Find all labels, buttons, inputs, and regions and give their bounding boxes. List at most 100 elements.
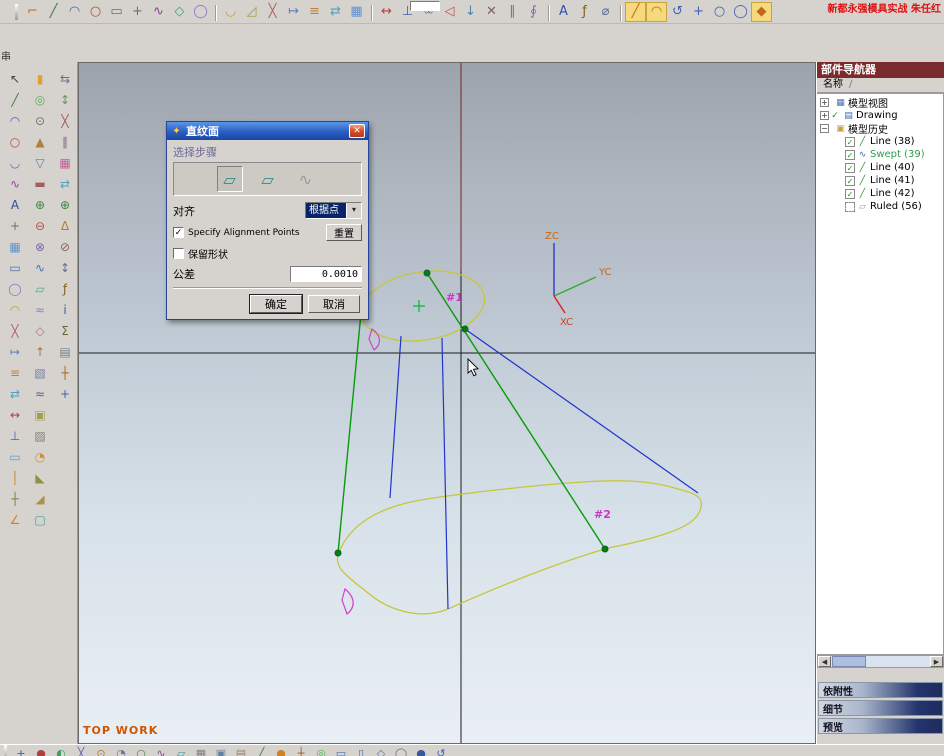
feature-checkbox[interactable] xyxy=(845,175,855,186)
snap-circle-icon[interactable]: ○ xyxy=(709,2,730,22)
feature-checkbox[interactable] xyxy=(845,201,855,212)
extrude-icon[interactable]: ▮ xyxy=(29,68,51,89)
snap-quadrant-icon[interactable]: ◔ xyxy=(111,745,131,756)
polygon-icon[interactable]: ◇ xyxy=(169,2,190,22)
snap-point-on-curve-icon[interactable]: ∿ xyxy=(151,745,171,756)
scale-icon[interactable]: ↕ xyxy=(54,89,76,110)
trim-body-icon[interactable]: ╳ xyxy=(54,110,76,131)
expression-icon[interactable]: ƒ xyxy=(574,2,595,22)
dependencies-panel-bar[interactable]: 依附性 xyxy=(818,682,943,698)
reorder-icon[interactable]: ↕ xyxy=(54,257,76,278)
unite-icon[interactable]: ⊕ xyxy=(29,194,51,215)
pattern-icon[interactable]: ▦ xyxy=(4,236,26,257)
refresh-icon[interactable]: ↺ xyxy=(431,745,451,756)
snap-grid-icon[interactable]: ▦ xyxy=(191,745,211,756)
ruled-edge-blue-1[interactable] xyxy=(389,335,402,499)
navigator-horizontal-scrollbar[interactable]: ◀ ▶ xyxy=(817,655,944,668)
circle-icon[interactable]: ○ xyxy=(4,131,26,152)
ok-button[interactable]: 确定 xyxy=(250,295,302,313)
fillet-icon[interactable]: ◠ xyxy=(4,299,26,320)
ruled-edge-green-right[interactable] xyxy=(426,272,606,550)
scrollbar-track[interactable] xyxy=(831,656,930,667)
expander-icon[interactable]: + xyxy=(820,111,829,120)
filter-edge-icon[interactable]: ╱ xyxy=(251,745,271,756)
draft-icon[interactable]: ◢ xyxy=(29,488,51,509)
toolbar-grip[interactable] xyxy=(4,745,7,756)
dimension-icon[interactable]: ↔ xyxy=(4,404,26,425)
mark-icon[interactable]: ◆ xyxy=(751,1,772,22)
keep-shape-checkbox[interactable] xyxy=(173,248,184,259)
align-dropdown[interactable]: 根据点 ▾ xyxy=(305,202,362,219)
specify-alignment-points-checkbox[interactable]: ✓ xyxy=(173,227,184,238)
status-field[interactable] xyxy=(410,1,440,11)
snap-intersection-icon[interactable]: ╳ xyxy=(71,745,91,756)
feature-checkbox[interactable] xyxy=(845,149,855,160)
pocket-icon[interactable]: ▽ xyxy=(29,152,51,173)
render-wireframe-icon[interactable]: ◯ xyxy=(391,745,411,756)
section-string-1-step-icon[interactable]: ▱ xyxy=(216,166,243,192)
vertex-points[interactable] xyxy=(334,269,609,557)
offset-icon[interactable]: ≡ xyxy=(4,362,26,383)
info-icon[interactable]: i xyxy=(54,299,76,320)
spline-icon[interactable]: ∿ xyxy=(148,2,169,22)
ellipse-icon[interactable]: ◯ xyxy=(190,2,211,22)
snap-icon[interactable]: + xyxy=(54,383,76,404)
reset-button[interactable]: 重置 xyxy=(326,224,362,241)
extend-icon[interactable]: ↦ xyxy=(4,341,26,362)
view-top-icon[interactable]: ▭ xyxy=(331,745,351,756)
snap-arc-icon[interactable]: ◠ xyxy=(646,1,667,22)
snap-midpoint-icon[interactable]: ◐ xyxy=(51,745,71,756)
orient-view-icon[interactable]: ◎ xyxy=(311,745,331,756)
circle-icon[interactable]: ○ xyxy=(85,2,106,22)
close-icon[interactable]: ✕ xyxy=(349,124,365,138)
view-iso-icon[interactable]: ◇ xyxy=(371,745,391,756)
wcs-dynamics-icon[interactable]: ┼ xyxy=(291,745,311,756)
scroll-right-icon[interactable]: ▶ xyxy=(930,656,943,667)
through-curves-icon[interactable]: ≈ xyxy=(29,299,51,320)
patch-icon[interactable]: ▨ xyxy=(29,425,51,446)
split-body-icon[interactable]: ∥ xyxy=(54,131,76,152)
ruled-edge-blue-3[interactable] xyxy=(464,328,699,494)
project-curve-icon[interactable]: ↓ xyxy=(460,2,481,22)
vertex-point[interactable] xyxy=(461,325,469,333)
blend-icon[interactable]: ◔ xyxy=(29,446,51,467)
extend-icon[interactable]: ↦ xyxy=(283,2,304,22)
mirror-icon[interactable]: ⇄ xyxy=(4,383,26,404)
quick-trim-icon[interactable]: ◁ xyxy=(439,2,460,22)
scrollbar-thumb[interactable] xyxy=(832,656,866,667)
trimmed-sheet-icon[interactable]: ▧ xyxy=(29,362,51,383)
snap-center-icon[interactable]: ⊙ xyxy=(91,745,111,756)
vertex-point[interactable] xyxy=(334,549,342,557)
revolve-icon[interactable]: ◎ xyxy=(29,89,51,110)
boolean-icon[interactable]: ⊕ xyxy=(54,194,76,215)
ellipse-icon[interactable]: ◯ xyxy=(4,278,26,299)
snap-endpoint-icon[interactable]: ● xyxy=(31,745,51,756)
derived-line-icon[interactable]: ∥ xyxy=(502,2,523,22)
shell-icon[interactable]: ▢ xyxy=(29,509,51,530)
feature-checkbox[interactable] xyxy=(845,136,855,147)
constraint-icon[interactable]: ⊥ xyxy=(4,425,26,446)
feature-checkbox[interactable] xyxy=(845,188,855,199)
wcs-icon[interactable]: ┼ xyxy=(54,362,76,383)
snap-point-on-surface-icon[interactable]: ▱ xyxy=(171,745,191,756)
toolbar-grip[interactable] xyxy=(15,3,18,20)
arc-icon[interactable]: ◠ xyxy=(4,110,26,131)
tree-item-model-views[interactable]: + ▦ 模型视图 xyxy=(817,96,943,110)
snap-point-icon[interactable]: + xyxy=(11,745,31,756)
vertex-point[interactable] xyxy=(601,545,609,553)
trim-icon[interactable]: ╳ xyxy=(262,2,283,22)
rectangle-icon[interactable]: ▭ xyxy=(106,2,127,22)
instance-feature-icon[interactable]: ▦ xyxy=(54,152,76,173)
tree-item-ruled-56[interactable]: ▱ Ruled (56) xyxy=(817,200,943,213)
section-string-2-step-icon[interactable]: ▱ xyxy=(255,166,281,192)
tree-item-swept-39[interactable]: ∿ Swept (39) xyxy=(817,148,943,161)
profile-icon[interactable]: ⌐ xyxy=(22,2,43,22)
boss-icon[interactable]: ▲ xyxy=(29,131,51,152)
offset-surface-icon[interactable]: ↑ xyxy=(29,341,51,362)
expander-icon[interactable]: − xyxy=(820,124,829,133)
datum-csys-icon[interactable]: ┼ xyxy=(4,488,26,509)
analysis-icon[interactable]: Σ xyxy=(54,320,76,341)
filter-vertex-icon[interactable]: ● xyxy=(271,745,291,756)
measure-icon[interactable]: ⌀ xyxy=(595,2,616,22)
swept-icon[interactable]: ∿ xyxy=(29,257,51,278)
